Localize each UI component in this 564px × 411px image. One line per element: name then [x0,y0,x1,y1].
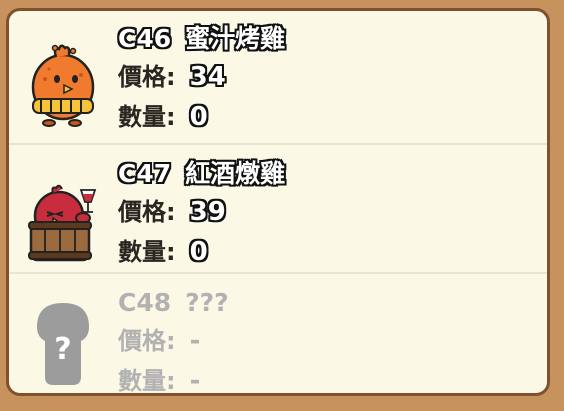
row-divider [9,272,547,274]
item-title: C47 紅酒燉雞 [118,156,285,192]
quantity-label: 數量: [118,238,176,266]
quantity-line: 數量: - [118,361,229,396]
quantity-value: 0 [189,102,208,132]
price-label: 價格: [118,198,176,226]
quantity-line: 數量: 0 [118,232,285,272]
price-value: 34 [189,62,226,92]
item-info: C47 紅酒燉雞 價格: 39 數量: 0 [118,156,285,272]
price-value: 39 [189,197,226,227]
red-wine-chicken-icon [23,176,103,266]
row-divider [9,143,547,145]
item-code: C46 [118,24,172,53]
honey-roast-chicken-icon [23,39,103,129]
locked-mystery-icon: ? [23,297,103,387]
quantity-line: 數量: 0 [118,97,285,137]
price-label: 價格: [118,63,176,91]
price-line: 價格: - [118,321,229,361]
item-info: C46 蜜汁烤雞 價格: 34 數量: 0 [118,21,285,137]
item-info: C48??? 價格: - 數量: - [118,285,229,396]
item-name: 紅酒燉雞 [185,159,286,188]
quantity-label: 數量: [118,103,176,131]
item-list-panel: C46 蜜汁烤雞 價格: 34 數量: 0 C47 紅酒燉雞 價格: 39 數量… [6,8,550,396]
price-line: 價格: 39 [118,192,285,232]
item-code: C48 [118,288,172,317]
list-item-c46[interactable]: C46 蜜汁烤雞 價格: 34 數量: 0 [9,11,547,143]
price-value: - [189,326,201,356]
quantity-label: 數量: [118,367,176,395]
quantity-value: 0 [189,237,208,267]
item-title: C46 蜜汁烤雞 [118,21,285,57]
list-item-c48[interactable]: ? C48??? 價格: - 數量: - [9,275,547,396]
price-line: 價格: 34 [118,57,285,97]
quantity-value: - [189,366,201,396]
item-name: ??? [185,288,229,317]
item-title: C48??? [118,285,229,321]
svg-text:?: ? [54,332,71,367]
list-item-c47[interactable]: C47 紅酒燉雞 價格: 39 數量: 0 [9,146,547,278]
item-name: 蜜汁烤雞 [185,24,286,53]
price-label: 價格: [118,327,176,355]
item-code: C47 [118,159,172,188]
